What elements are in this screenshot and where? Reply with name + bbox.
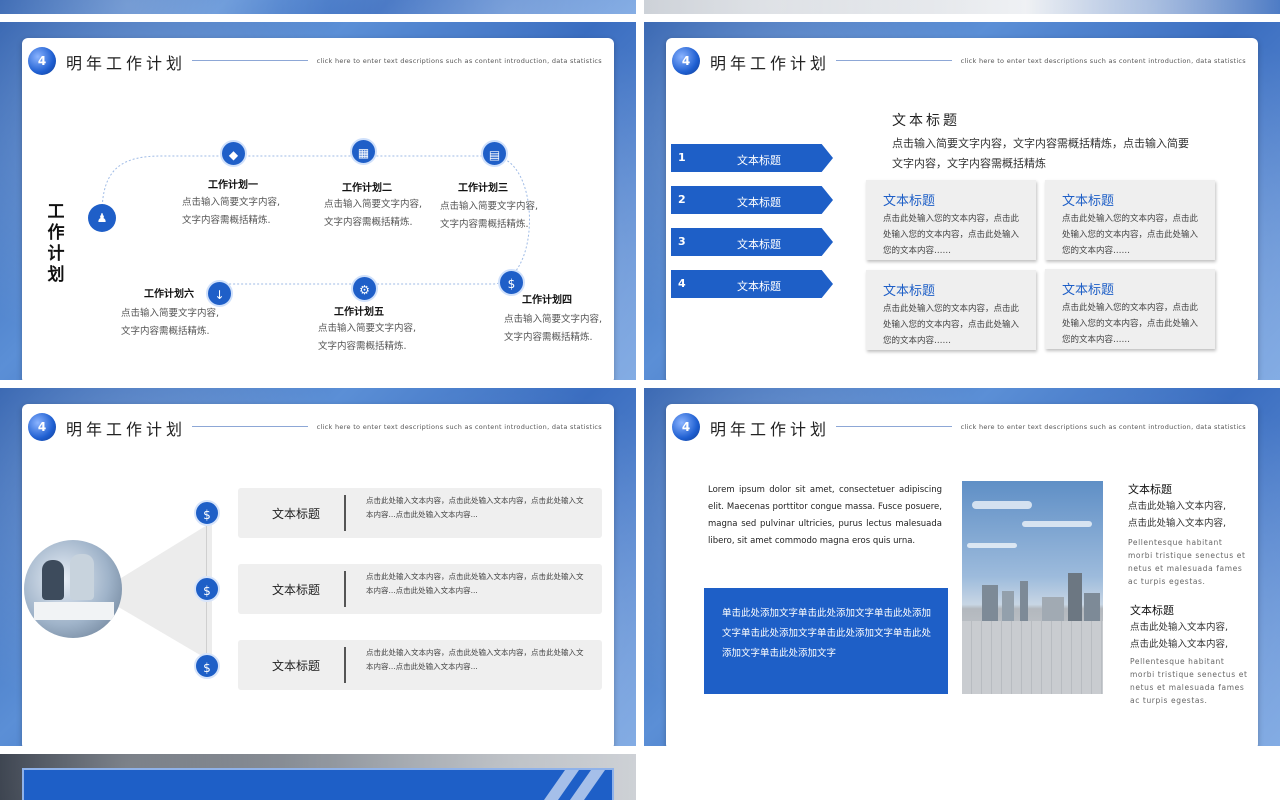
section-number-badge: 4 [672, 47, 700, 75]
plan-5-text: 点击输入简要文字内容, 文字内容需概括精炼. [318, 323, 417, 352]
header-description: click here to enter text descriptions su… [960, 57, 1246, 65]
plan-1-title: 工作计划一 [208, 180, 258, 191]
gear-icon: ⚙ [351, 275, 378, 302]
blue-text-box: 单击此处添加文字单击此处添加文字单击此处添加文字单击此处添加文字单击此处添加文字… [704, 588, 948, 694]
side-english-2: Pellentesque habitant morbi tristique sen… [1130, 657, 1248, 705]
coin-hand-icon: $ [194, 576, 220, 602]
slide-title: 明年工作计划 [66, 420, 187, 439]
slide-partial-bottom[interactable] [0, 754, 636, 800]
header-description: click here to enter text descriptions su… [960, 423, 1246, 431]
coin-hand-icon: $ [194, 500, 220, 526]
diamond-icon: ◆ [220, 140, 247, 167]
slide-strip-top-left[interactable] [0, 0, 636, 14]
header-divider [836, 426, 952, 427]
plan-3-title: 工作计划三 [458, 183, 508, 194]
section-number-badge: 4 [672, 413, 700, 441]
slide-card: 4 明年工作计划 click here to enter text descri… [666, 38, 1258, 380]
lorem-paragraph: Lorem ipsum dolor sit amet, consectetuer… [708, 485, 942, 546]
plan-4-title: 工作计划四 [522, 295, 572, 306]
side-title-1: 文本标题 [1128, 483, 1172, 496]
plan-1-text: 点击输入简要文字内容, 文字内容需概括精炼. [182, 197, 281, 226]
content-heading: 文本标题 [892, 113, 960, 129]
side-text-2: 点击此处输入文本内容, 点击此处输入文本内容, [1130, 622, 1229, 650]
person-icon: ♟ [88, 204, 116, 232]
section-number-badge: 4 [28, 413, 56, 441]
plan-5-title: 工作计划五 [334, 307, 384, 318]
slide-title: 明年工作计划 [710, 420, 831, 439]
plan-2-text: 点击输入简要文字内容, 文字内容需概括精炼. [324, 199, 423, 228]
side-title-2: 文本标题 [1130, 604, 1174, 617]
slide-card: 4 明年工作计划 click here to enter text descri… [22, 38, 614, 380]
header-divider [192, 426, 308, 427]
plan-3-text: 点击输入简要文字内容, 文字内容需概括精炼. [440, 201, 539, 230]
text-box-2: 文本标题 点击此处输入您的文本内容，点击此处输入您的文本内容，点击此处输入您的文本… [1045, 180, 1215, 260]
slide-title: 明年工作计划 [710, 54, 831, 73]
team-photo [24, 540, 122, 638]
list-item: 文本标题 点击此处输入文本内容，点击此处输入文本内容，点击此处输入文本内容...点… [238, 488, 602, 538]
coin-hand-icon: $ [194, 653, 220, 679]
slide-card: 4 明年工作计划 click here to enter text descri… [666, 404, 1258, 746]
city-skyline-photo [962, 481, 1103, 694]
arrow-item-4: 4 文本标题 [671, 270, 833, 298]
list-item: 文本标题 点击此处输入文本内容，点击此处输入文本内容，点击此处输入文本内容...点… [238, 564, 602, 614]
card-icon: ▤ [481, 140, 508, 167]
slide-card: 4 明年工作计划 click here to enter text descri… [22, 404, 614, 746]
slide-work-plan-timeline[interactable]: 4 明年工作计划 click here to enter text descri… [0, 22, 636, 380]
side-english-1: Pellentesque habitant morbi tristique sen… [1128, 538, 1246, 586]
arrow-item-1: 1 文本标题 [671, 144, 833, 172]
list-item: 文本标题 点击此处输入文本内容，点击此处输入文本内容，点击此处输入文本内容...点… [238, 640, 602, 690]
slide-text-boxes[interactable]: 4 明年工作计划 click here to enter text descri… [644, 22, 1280, 380]
text-box-4: 文本标题 点击此处输入您的文本内容，点击此处输入您的文本内容，点击此处输入您的文本… [1045, 269, 1215, 349]
slide-photo-list[interactable]: 4 明年工作计划 click here to enter text descri… [0, 388, 636, 746]
plan-4-text: 点击输入简要文字内容, 文字内容需概括精炼. [504, 314, 603, 343]
grid-icon: ▦ [350, 138, 377, 165]
download-icon: ↓ [206, 280, 233, 307]
slide-strip-top-right[interactable] [644, 0, 1280, 14]
content-paragraph: 点击输入简要文字内容，文字内容需概括精炼，点击输入简要文字内容，文字内容需概括精… [892, 137, 1189, 170]
arrow-item-2: 2 文本标题 [671, 186, 833, 214]
text-box-3: 文本标题 点击此处输入您的文本内容，点击此处输入您的文本内容，点击此处输入您的文本… [866, 270, 1036, 350]
slide-city-image[interactable]: 4 明年工作计划 click here to enter text descri… [644, 388, 1280, 746]
side-text-1: 点击此处输入文本内容, 点击此处输入文本内容, [1128, 501, 1227, 529]
arrow-item-3: 3 文本标题 [671, 228, 833, 256]
plan-6-text: 点击输入简要文字内容, 文字内容需概括精炼. [121, 308, 220, 337]
plan-2-title: 工作计划二 [342, 183, 392, 194]
dollar-icon: $ [498, 269, 525, 296]
header-description: click here to enter text descriptions su… [316, 423, 602, 431]
header-divider [836, 60, 952, 61]
blue-banner [22, 768, 614, 800]
text-box-1: 文本标题 点击此处输入您的文本内容，点击此处输入您的文本内容，点击此处输入您的文本… [866, 180, 1036, 260]
vertical-title: 工作计划 [47, 202, 65, 285]
plan-6-title: 工作计划六 [144, 289, 194, 300]
